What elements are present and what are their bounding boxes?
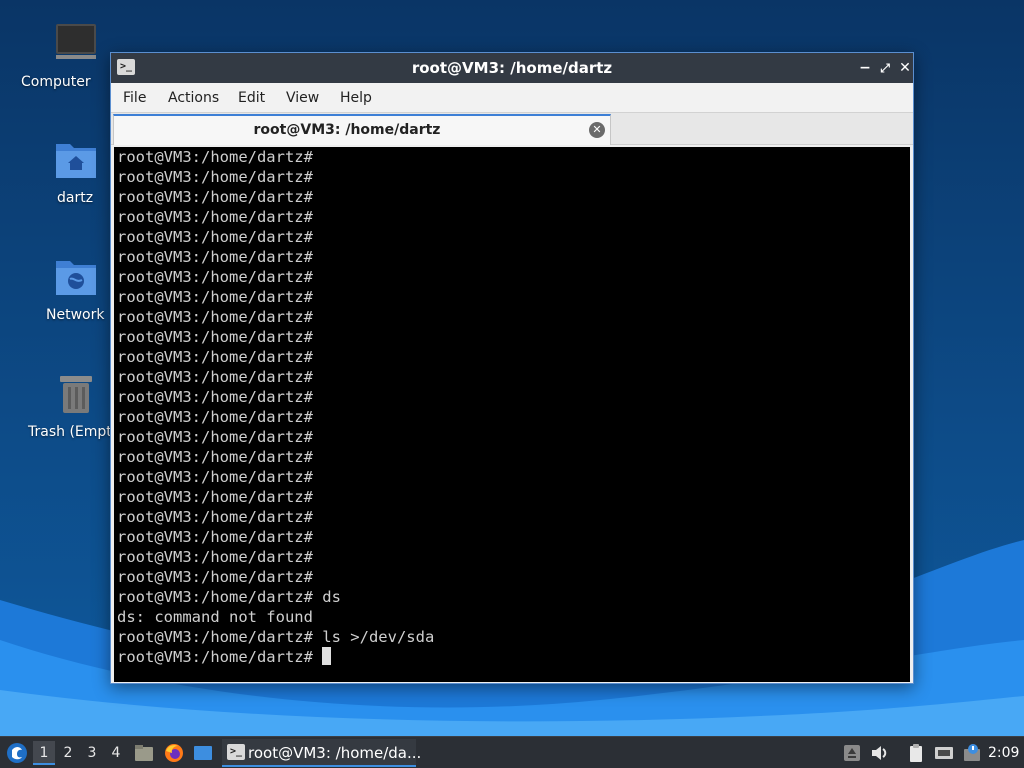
computer-icon bbox=[56, 24, 96, 59]
terminal-line: root@VM3:/home/dartz# ls >/dev/sda bbox=[117, 628, 435, 646]
terminal-line: root@VM3:/home/dartz# bbox=[117, 228, 313, 246]
terminal-line: root@VM3:/home/dartz# bbox=[117, 528, 313, 546]
terminal-line: root@VM3:/home/dartz# bbox=[117, 188, 313, 206]
terminal-line: root@VM3:/home/dartz# ds bbox=[117, 588, 341, 606]
trash-icon bbox=[60, 376, 92, 413]
menu-help[interactable]: Help bbox=[334, 83, 378, 113]
terminal-line: ds: command not found bbox=[117, 608, 313, 626]
workspace-3[interactable]: 3 bbox=[81, 741, 103, 765]
terminal-line: root@VM3:/home/dartz# bbox=[117, 248, 313, 266]
terminal-prompt-line: root@VM3:/home/dartz# bbox=[117, 647, 910, 667]
menu-file[interactable]: File bbox=[117, 83, 152, 113]
terminal-line: root@VM3:/home/dartz# bbox=[117, 348, 313, 366]
show-desktop-icon[interactable] bbox=[193, 743, 213, 763]
terminal-line: root@VM3:/home/dartz# bbox=[117, 148, 313, 166]
terminal-app-icon: >_ bbox=[227, 744, 245, 760]
terminal-prompt: root@VM3:/home/dartz# bbox=[117, 648, 323, 666]
terminal-line: root@VM3:/home/dartz# bbox=[117, 408, 313, 426]
terminal-line: root@VM3:/home/dartz# bbox=[117, 328, 313, 346]
tab-bar: root@VM3: /home/dartz ✕ bbox=[111, 113, 913, 145]
terminal-line: root@VM3:/home/dartz# bbox=[117, 368, 313, 386]
volume-icon[interactable] bbox=[870, 743, 890, 763]
window-titlebar[interactable]: >_ root@VM3: /home/dartz − ⤢ ✕ bbox=[111, 53, 913, 83]
terminal-line: root@VM3:/home/dartz# bbox=[117, 268, 313, 286]
notification-icon[interactable] bbox=[962, 743, 982, 763]
terminal-line: root@VM3:/home/dartz# bbox=[117, 428, 313, 446]
menu-edit[interactable]: Edit bbox=[232, 83, 271, 113]
terminal-line: root@VM3:/home/dartz# bbox=[117, 168, 313, 186]
tab-close-icon[interactable]: ✕ bbox=[589, 122, 605, 138]
clock[interactable]: 2:09 bbox=[988, 737, 1019, 768]
workspace-2[interactable]: 2 bbox=[57, 741, 79, 765]
home-folder-icon bbox=[56, 144, 96, 178]
taskbar: 1 2 3 4 >_ root@VM3: /home/da... 2:09 bbox=[0, 736, 1024, 768]
terminal-line: root@VM3:/home/dartz# bbox=[117, 288, 313, 306]
close-icon[interactable]: ✕ bbox=[895, 58, 915, 78]
menu-actions[interactable]: Actions bbox=[162, 83, 225, 113]
update-notifier-icon[interactable] bbox=[842, 743, 862, 763]
network-folder-icon bbox=[56, 261, 96, 295]
terminal-line: root@VM3:/home/dartz# bbox=[117, 448, 313, 466]
workspace-4[interactable]: 4 bbox=[105, 741, 127, 765]
terminal-window: >_ root@VM3: /home/dartz − ⤢ ✕ File Acti… bbox=[110, 52, 914, 684]
terminal-lines: root@VM3:/home/dartz# root@VM3:/home/dart… bbox=[117, 147, 910, 647]
terminal-line: root@VM3:/home/dartz# bbox=[117, 208, 313, 226]
terminal-tab[interactable]: root@VM3: /home/dartz ✕ bbox=[113, 114, 611, 145]
network-connection-icon[interactable] bbox=[934, 743, 954, 763]
file-manager-icon[interactable] bbox=[134, 743, 154, 763]
taskbar-item-label: root@VM3: /home/da... bbox=[248, 744, 422, 762]
start-menu-icon[interactable] bbox=[6, 742, 28, 764]
clipboard-icon[interactable] bbox=[906, 743, 926, 763]
menu-view[interactable]: View bbox=[280, 83, 325, 113]
terminal-line: root@VM3:/home/dartz# bbox=[117, 468, 313, 486]
tab-label: root@VM3: /home/dartz bbox=[253, 122, 441, 138]
terminal-line: root@VM3:/home/dartz# bbox=[117, 508, 313, 526]
text-cursor bbox=[322, 647, 332, 665]
maximize-icon[interactable]: ⤢ bbox=[875, 58, 895, 78]
taskbar-item-terminal[interactable]: >_ root@VM3: /home/da... bbox=[222, 739, 421, 767]
workspace-1[interactable]: 1 bbox=[33, 741, 55, 765]
terminal-line: root@VM3:/home/dartz# bbox=[117, 308, 313, 326]
terminal-line: root@VM3:/home/dartz# bbox=[117, 388, 313, 406]
window-title: root@VM3: /home/dartz bbox=[411, 59, 613, 77]
terminal-output[interactable]: root@VM3:/home/dartz# root@VM3:/home/dart… bbox=[114, 147, 910, 682]
menubar: File Actions Edit View Help bbox=[111, 83, 913, 113]
minimize-icon[interactable]: − bbox=[855, 58, 875, 78]
terminal-line: root@VM3:/home/dartz# bbox=[117, 568, 313, 586]
terminal-line: root@VM3:/home/dartz# bbox=[117, 488, 313, 506]
terminal-line: root@VM3:/home/dartz# bbox=[117, 548, 313, 566]
firefox-icon[interactable] bbox=[164, 743, 184, 763]
